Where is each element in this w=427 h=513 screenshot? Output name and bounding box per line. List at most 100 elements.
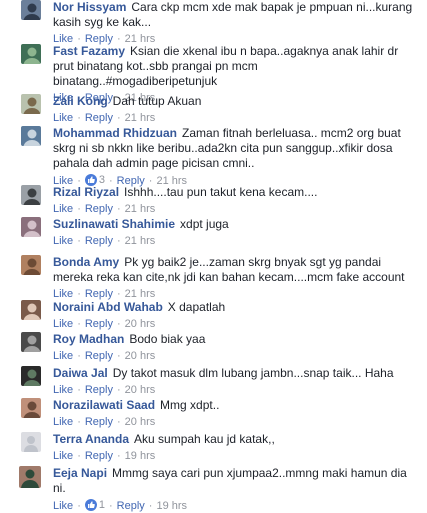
like-link[interactable]: Like — [53, 288, 73, 300]
comment-text: Dy takot masuk dlm lubang jambn...snap t… — [112, 366, 394, 380]
person-avatar[interactable] — [21, 300, 41, 320]
comment-timestamp[interactable]: 20 hrs — [125, 416, 156, 428]
separator-dot: · — [77, 288, 81, 300]
commenter-name-link[interactable]: Daiwa Jal — [53, 366, 108, 380]
comment-body: Norazilawati Saad Mmg xdpt.. Like · Reply · 20… — [53, 398, 417, 429]
comment-body: Daiwa Jal Dy takot masuk dlm lubang jambn… — [53, 366, 417, 397]
person-avatar[interactable] — [21, 217, 41, 237]
like-link[interactable]: Like — [53, 450, 73, 462]
person-avatar[interactable] — [21, 0, 41, 20]
person-avatar[interactable] — [21, 255, 41, 275]
person-avatar[interactable] — [21, 126, 41, 146]
separator-dot: · — [116, 112, 121, 124]
person-avatar[interactable] — [21, 185, 41, 205]
reply-link[interactable]: Reply — [85, 416, 113, 428]
comment-actions: Like · Reply · 19 hrs — [53, 449, 417, 463]
comment-timestamp[interactable]: 20 hrs — [125, 318, 156, 330]
like-link[interactable]: Like — [53, 203, 73, 215]
reply-link[interactable]: Reply — [85, 384, 113, 396]
person-avatar[interactable] — [21, 366, 41, 386]
commenter-name-link[interactable]: Mohammad Rhidzuan — [53, 126, 177, 140]
reply-link[interactable]: Reply — [85, 450, 113, 462]
like-link[interactable]: Like — [53, 416, 73, 428]
comment-content: Zali Kong Dah tutup Akuan — [53, 94, 417, 109]
reply-link[interactable]: Reply — [117, 500, 145, 512]
comment-content: Rizal Riyzal Ishhh....tau pun takut kena … — [53, 185, 417, 200]
commenter-name-link[interactable]: Nor Hissyam — [53, 0, 126, 14]
reply-link[interactable]: Reply — [85, 112, 113, 124]
reaction-count[interactable]: 1 — [84, 498, 105, 512]
reply-link[interactable]: Reply — [85, 318, 113, 330]
person-avatar[interactable] — [21, 398, 41, 418]
comment-text: X dapatlah — [167, 300, 226, 314]
comment-body: Suzlinawati Shahimie xdpt juga Like · Reply ·… — [53, 217, 417, 248]
commenter-name-link[interactable]: Terra Ananda — [53, 432, 129, 446]
separator-dot: · — [77, 112, 81, 124]
comment-body: Bonda Amy Pk yg baik2 je...zaman skrg bny… — [53, 255, 417, 301]
commenter-name-link[interactable]: Bonda Amy — [53, 255, 119, 269]
comment-content: Eeja Napi Mmmg saya cari pun xjumpaa2..mm… — [53, 466, 417, 496]
comment-text: Ishhh....tau pun takut kena kecam.... — [124, 185, 318, 199]
comment-actions: Like · Reply · 21 hrs — [53, 202, 417, 216]
comment-content: Bonda Amy Pk yg baik2 je...zaman skrg bny… — [53, 255, 417, 285]
commenter-name-link[interactable]: Suzlinawati Shahimie — [53, 217, 175, 231]
like-link[interactable]: Like — [53, 384, 73, 396]
comment-timestamp[interactable]: 20 hrs — [125, 384, 156, 396]
comment-text: xdpt juga — [180, 217, 229, 231]
comment-actions: Like · Reply · 20 hrs — [53, 383, 417, 397]
reply-link[interactable]: Reply — [85, 350, 113, 362]
comment-actions: Like · Reply · 20 hrs — [53, 317, 417, 331]
comment-content: Suzlinawati Shahimie xdpt juga — [53, 217, 417, 232]
separator-dot: · — [77, 350, 81, 362]
like-link[interactable]: Like — [53, 235, 73, 247]
commenter-name-link[interactable]: Fast Fazamy — [53, 44, 125, 58]
reply-link[interactable]: Reply — [85, 203, 113, 215]
separator-dot: · — [116, 350, 121, 362]
reply-link[interactable]: Reply — [85, 235, 113, 247]
comment-actions: Like · Reply · 21 hrs — [53, 111, 417, 125]
person-avatar[interactable] — [21, 94, 41, 114]
like-link[interactable]: Like — [53, 500, 73, 512]
comment-content: Noraini Abd Wahab X dapatlah — [53, 300, 417, 315]
like-link[interactable]: Like — [53, 318, 73, 330]
person-avatar[interactable] — [21, 332, 41, 352]
comment-text: Bodo biak yaa — [129, 332, 206, 346]
comment-body: Rizal Riyzal Ishhh....tau pun takut kena … — [53, 185, 417, 216]
comment-content: Fast Fazamy Ksian die xkenal ibu n bapa..… — [53, 44, 417, 89]
separator-dot: · — [116, 416, 121, 428]
commenter-name-link[interactable]: Zali Kong — [53, 94, 108, 108]
separator-dot: · — [116, 203, 121, 215]
separator-dot: · — [116, 450, 121, 462]
like-link[interactable]: Like — [53, 350, 73, 362]
comment-content: Terra Ananda Aku sumpah kau jd katak,, — [53, 432, 417, 447]
comment-timestamp[interactable]: 21 hrs — [125, 288, 156, 300]
comment-timestamp[interactable]: 20 hrs — [125, 350, 156, 362]
comment-timestamp[interactable]: 21 hrs — [125, 235, 156, 247]
default-avatar[interactable] — [21, 432, 41, 452]
comment-text: Dah tutup Akuan — [112, 94, 202, 108]
comment-text: Mmg xdpt.. — [160, 398, 220, 412]
commenter-name-link[interactable]: Eeja Napi — [53, 466, 107, 480]
comment-timestamp[interactable]: 19 hrs — [125, 450, 156, 462]
separator-dot: · — [77, 450, 81, 462]
comment-body: Noraini Abd Wahab X dapatlah Like · Reply · 20… — [53, 300, 417, 331]
reply-link[interactable]: Reply — [85, 288, 113, 300]
comment-timestamp[interactable]: 19 hrs — [156, 500, 187, 512]
comment-timestamp[interactable]: 21 hrs — [125, 203, 156, 215]
separator-dot: · — [77, 416, 81, 428]
comment-body: Roy Madhan Bodo biak yaa Like · Reply · 20 hrs — [53, 332, 417, 363]
commenter-name-link[interactable]: Norazilawati Saad — [53, 398, 155, 412]
comment-actions: Like · Reply · 20 hrs — [53, 415, 417, 429]
commenter-name-link[interactable]: Roy Madhan — [53, 332, 124, 346]
comment-actions: Like · Reply · 20 hrs — [53, 349, 417, 363]
person-avatar[interactable] — [21, 44, 41, 64]
commenter-name-link[interactable]: Noraini Abd Wahab — [53, 300, 163, 314]
separator-dot: · — [116, 384, 121, 396]
separator-dot: · — [77, 384, 81, 396]
comment-content: Norazilawati Saad Mmg xdpt.. — [53, 398, 417, 413]
person-avatar[interactable] — [19, 466, 41, 488]
like-link[interactable]: Like — [53, 112, 73, 124]
comment-content: Roy Madhan Bodo biak yaa — [53, 332, 417, 347]
commenter-name-link[interactable]: Rizal Riyzal — [53, 185, 119, 199]
comment-timestamp[interactable]: 21 hrs — [125, 112, 156, 124]
